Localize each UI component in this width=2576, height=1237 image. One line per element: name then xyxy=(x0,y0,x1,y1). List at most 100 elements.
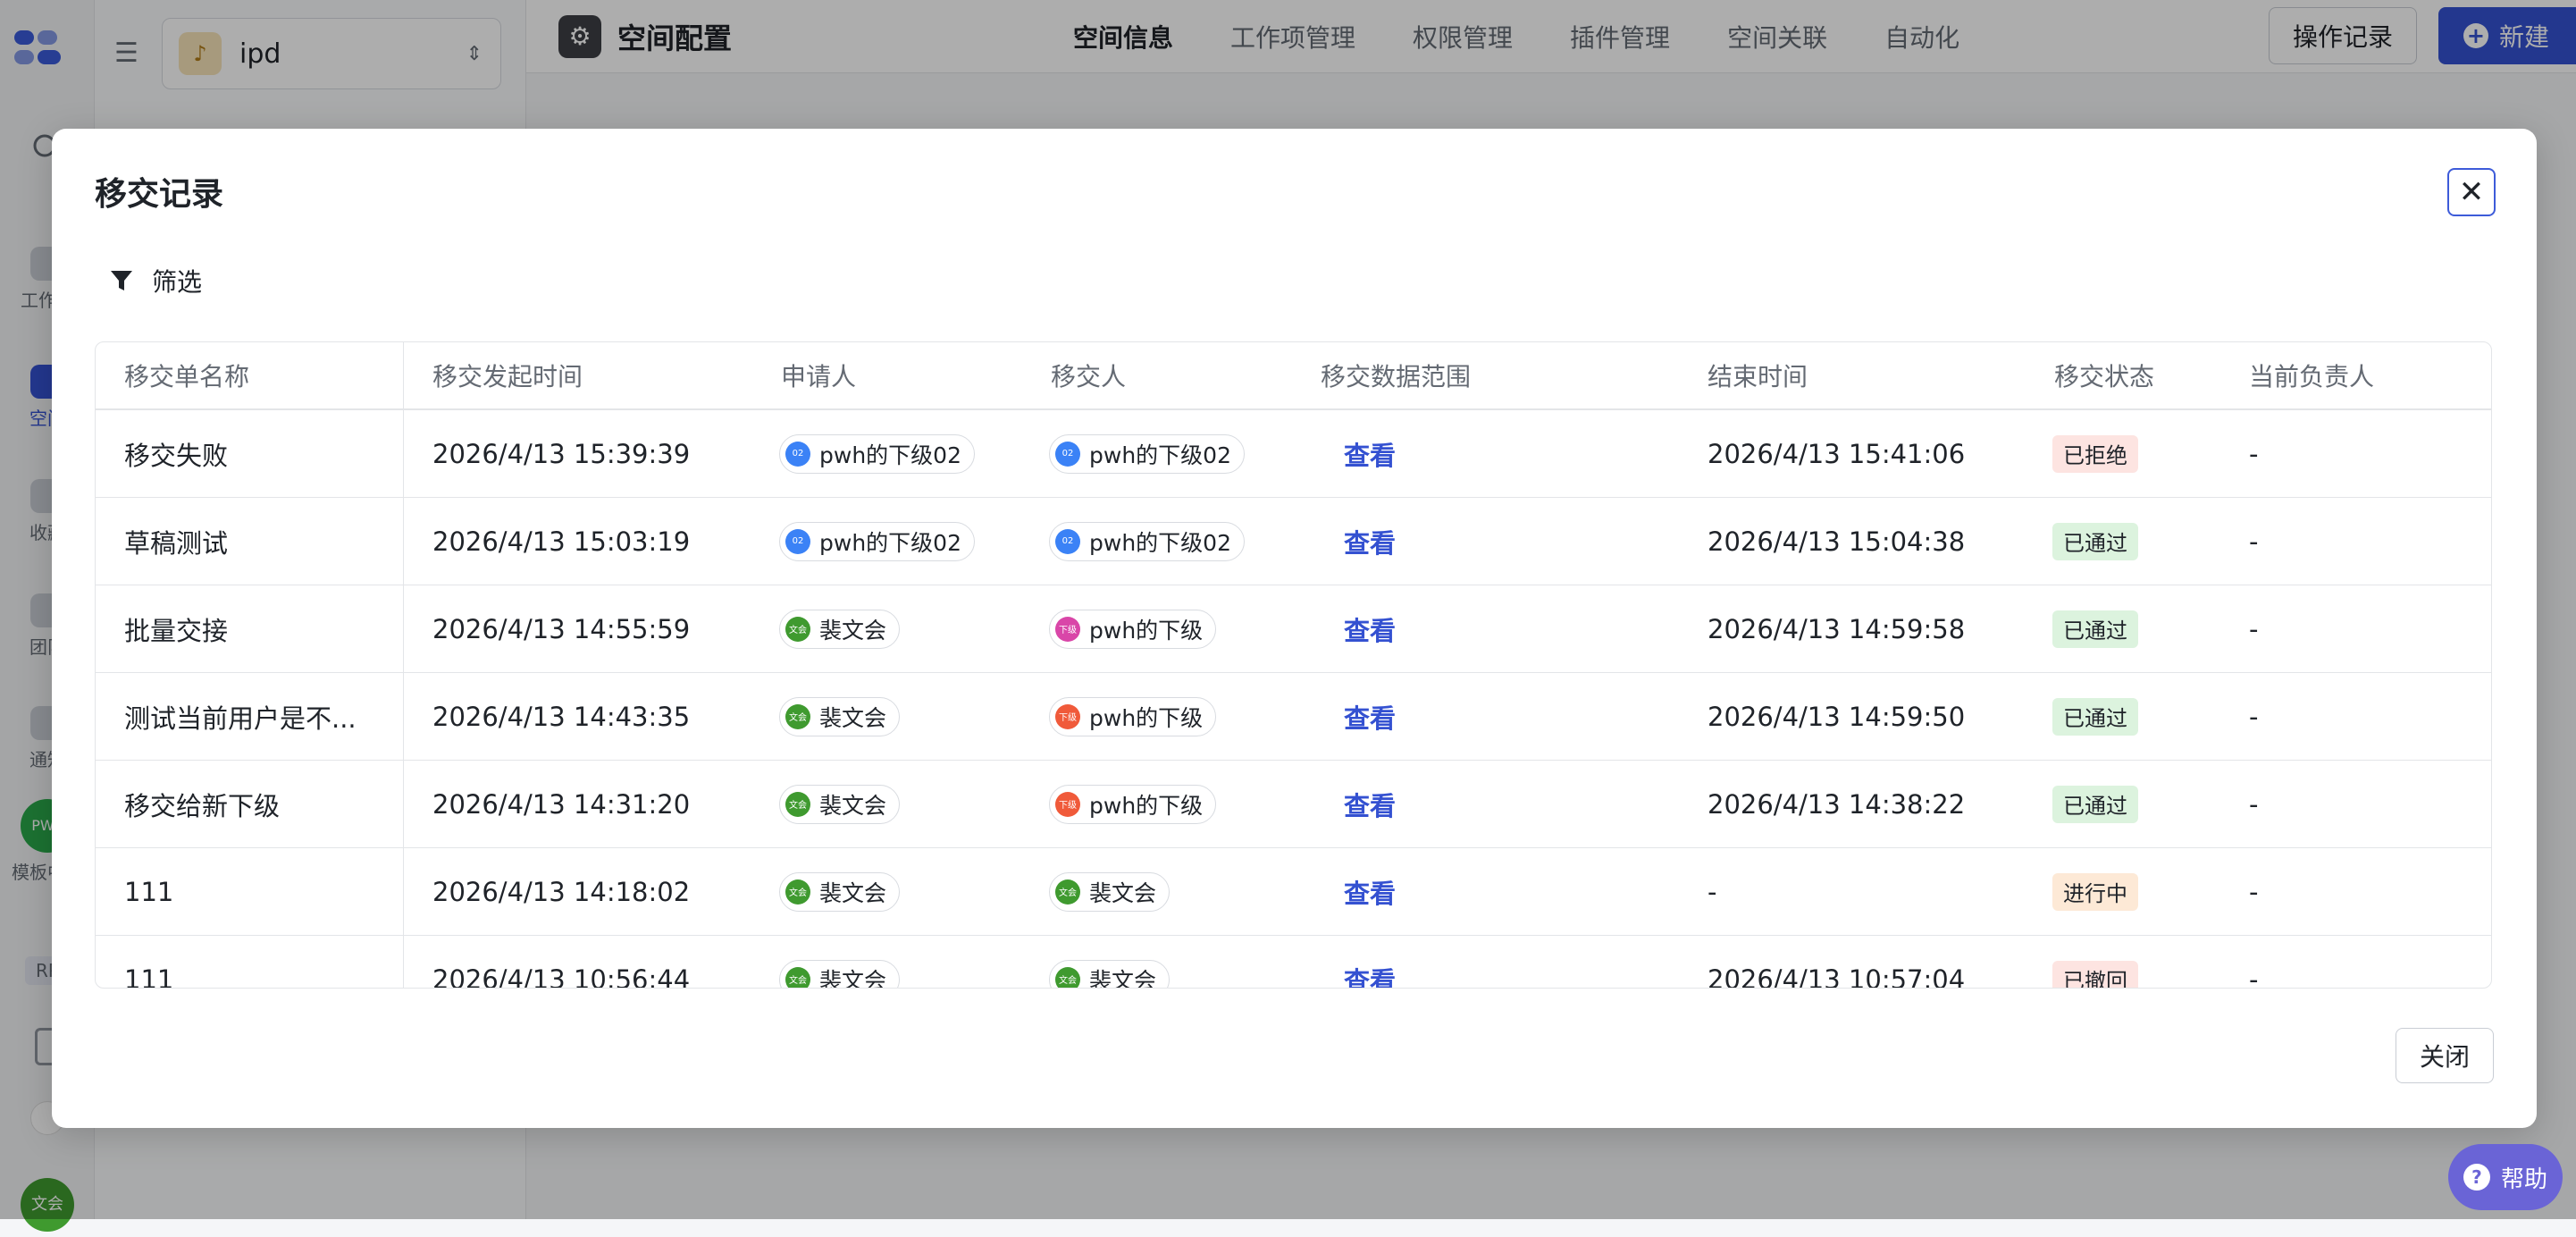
column-header: 移交状态 xyxy=(2054,362,2155,391)
column-header: 结束时间 xyxy=(1708,362,1808,391)
status-badge: 已拒绝 xyxy=(2052,434,2138,473)
filter-button[interactable]: 筛选 xyxy=(109,263,202,299)
avatar: 文会 xyxy=(1055,966,1080,988)
applicant-name: pwh的下级02 xyxy=(819,529,961,556)
table-row[interactable]: 测试当前用户是不... 2026/4/13 14:43:35 文会 裴文会 下级 pwh的… xyxy=(96,673,2491,761)
avatar: 下级 xyxy=(1055,616,1080,642)
end-time: 2026/4/13 15:41:06 xyxy=(1708,438,1966,469)
assignee-name: pwh的下级 xyxy=(1089,792,1204,819)
avatar: 下级 xyxy=(1055,791,1080,817)
scope-cell: 查看 xyxy=(1292,585,1679,672)
current-owner: - xyxy=(2249,788,2259,820)
current-owner: - xyxy=(2249,438,2259,469)
view-scope-link[interactable]: 查看 xyxy=(1344,435,1396,473)
start-time: 2026/4/13 14:43:35 xyxy=(432,701,691,732)
avatar: 文会 xyxy=(785,879,810,905)
table-body: 移交失败 2026/4/13 15:39:39 02 pwh的下级02 02 pwh的下级… xyxy=(96,410,2491,989)
current-owner: - xyxy=(2249,876,2259,907)
view-scope-link[interactable]: 查看 xyxy=(1344,610,1396,648)
status-cell: 已通过 xyxy=(2026,761,2220,847)
status-badge: 已通过 xyxy=(2052,610,2138,648)
assignee-chip[interactable]: 文会 裴文会 xyxy=(1049,959,1171,989)
transfer-name: 测试当前用户是不... xyxy=(96,673,404,760)
filter-icon xyxy=(111,271,132,290)
column-header: 移交单名称 xyxy=(96,342,404,408)
applicant-cell: 文会 裴文会 xyxy=(752,585,1022,672)
applicant-name: 裴文会 xyxy=(819,617,887,644)
table-row[interactable]: 移交失败 2026/4/13 15:39:39 02 pwh的下级02 02 pwh的下级… xyxy=(96,410,2491,498)
avatar: 文会 xyxy=(785,703,810,729)
applicant-cell: 02 pwh的下级02 xyxy=(752,410,1022,497)
avatar: 文会 xyxy=(1055,879,1080,905)
table-row[interactable]: 批量交接 2026/4/13 14:55:59 文会 裴文会 下级 pwh的下级 查看 202… xyxy=(96,585,2491,673)
applicant-name: 裴文会 xyxy=(819,967,887,989)
transfer-name: 111 xyxy=(96,848,404,935)
applicant-chip[interactable]: 文会 裴文会 xyxy=(779,696,901,736)
assignee-chip[interactable]: 文会 裴文会 xyxy=(1049,871,1171,912)
end-time: 2026/4/13 14:59:50 xyxy=(1708,701,1966,732)
applicant-chip[interactable]: 文会 裴文会 xyxy=(779,609,901,649)
assignee-chip[interactable]: 02 pwh的下级02 xyxy=(1049,433,1245,474)
help-icon: ? xyxy=(2463,1164,2490,1191)
start-time: 2026/4/13 10:56:44 xyxy=(432,964,691,989)
close-button[interactable]: 关闭 xyxy=(2395,1028,2494,1083)
status-badge: 已撤回 xyxy=(2052,960,2138,988)
status-badge: 已通过 xyxy=(2052,785,2138,823)
view-scope-link[interactable]: 查看 xyxy=(1344,786,1396,823)
assignee-chip[interactable]: 下级 pwh的下级 xyxy=(1049,696,1217,736)
assignee-name: 裴文会 xyxy=(1089,967,1157,989)
table-row[interactable]: 111 2026/4/13 10:56:44 文会 裴文会 文会 裴文会 查看 2026/4/… xyxy=(96,936,2491,989)
transfer-name: 111 xyxy=(96,936,404,988)
applicant-chip[interactable]: 文会 裴文会 xyxy=(779,784,901,824)
transfer-name: 移交失败 xyxy=(96,410,404,497)
table-row[interactable]: 111 2026/4/13 14:18:02 文会 裴文会 文会 裴文会 查看 - 进行中 - xyxy=(96,848,2491,936)
assignee-cell: 下级 pwh的下级 xyxy=(1022,761,1292,847)
view-scope-link[interactable]: 查看 xyxy=(1344,873,1396,911)
applicant-chip[interactable]: 02 pwh的下级02 xyxy=(779,521,975,561)
view-scope-link[interactable]: 查看 xyxy=(1344,961,1396,989)
modal-title: 移交记录 xyxy=(95,176,224,213)
applicant-chip[interactable]: 文会 裴文会 xyxy=(779,871,901,912)
view-scope-link[interactable]: 查看 xyxy=(1344,523,1396,560)
current-owner: - xyxy=(2249,701,2259,732)
end-time: - xyxy=(1708,876,1717,907)
assignee-name: pwh的下级 xyxy=(1089,617,1204,644)
assignee-chip[interactable]: 下级 pwh的下级 xyxy=(1049,609,1217,649)
assignee-name: pwh的下级02 xyxy=(1089,529,1231,556)
status-badge: 已通过 xyxy=(2052,697,2138,736)
assignee-cell: 文会 裴文会 xyxy=(1022,936,1292,989)
view-scope-link[interactable]: 查看 xyxy=(1344,698,1396,736)
transfer-records-modal: 移交记录 ✕ 筛选 移交单名称 移交发起时间 申请人 移交人 移交数据范围 结束… xyxy=(52,129,2537,1128)
transfer-name: 移交给新下级 xyxy=(96,761,404,847)
close-icon[interactable]: ✕ xyxy=(2447,168,2496,216)
avatar: 文会 xyxy=(785,791,810,817)
applicant-cell: 文会 裴文会 xyxy=(752,673,1022,760)
scope-cell: 查看 xyxy=(1292,761,1679,847)
applicant-cell: 02 pwh的下级02 xyxy=(752,498,1022,585)
status-cell: 已通过 xyxy=(2026,498,2220,585)
transfer-table: 移交单名称 移交发起时间 申请人 移交人 移交数据范围 结束时间 移交状态 当前… xyxy=(95,341,2492,989)
current-owner: - xyxy=(2249,964,2259,989)
assignee-name: 裴文会 xyxy=(1089,879,1157,906)
applicant-chip[interactable]: 文会 裴文会 xyxy=(779,959,901,989)
help-button[interactable]: ? 帮助 xyxy=(2448,1144,2563,1210)
table-row[interactable]: 草稿测试 2026/4/13 15:03:19 02 pwh的下级02 02 pwh的下级… xyxy=(96,498,2491,585)
applicant-cell: 文会 裴文会 xyxy=(752,761,1022,847)
status-cell: 已通过 xyxy=(2026,585,2220,672)
column-header: 移交数据范围 xyxy=(1321,362,1472,391)
applicant-chip[interactable]: 02 pwh的下级02 xyxy=(779,433,975,474)
applicant-name: pwh的下级02 xyxy=(819,442,961,468)
table-row[interactable]: 移交给新下级 2026/4/13 14:31:20 文会 裴文会 下级 pwh的下级 查看 2… xyxy=(96,761,2491,848)
start-time: 2026/4/13 15:39:39 xyxy=(432,438,691,469)
assignee-name: pwh的下级 xyxy=(1089,704,1204,731)
status-cell: 已撤回 xyxy=(2026,936,2220,988)
applicant-name: 裴文会 xyxy=(819,704,887,731)
applicant-name: 裴文会 xyxy=(819,792,887,819)
status-badge: 已通过 xyxy=(2052,522,2138,560)
avatar: 文会 xyxy=(785,966,810,988)
start-time: 2026/4/13 14:31:20 xyxy=(432,788,691,820)
scope-cell: 查看 xyxy=(1292,498,1679,585)
assignee-chip[interactable]: 下级 pwh的下级 xyxy=(1049,784,1217,824)
end-time: 2026/4/13 14:59:58 xyxy=(1708,613,1966,644)
assignee-chip[interactable]: 02 pwh的下级02 xyxy=(1049,521,1245,561)
